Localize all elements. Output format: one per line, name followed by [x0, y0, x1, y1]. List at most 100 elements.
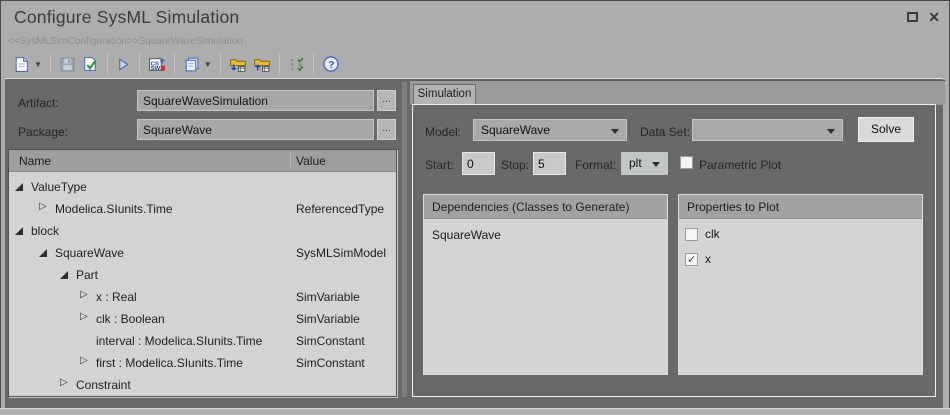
generate-code-button[interactable]: CS SW — [145, 52, 169, 76]
toolbar-separator — [50, 54, 51, 74]
solve-button[interactable]: Solve — [858, 117, 914, 142]
tree-row[interactable]: SquareWave SysMLSimModel — [9, 242, 396, 264]
help-button[interactable]: ? — [319, 52, 343, 76]
tree-row[interactable]: Modelica.SIunits.Time ReferencedType — [9, 198, 396, 220]
properties-to-plot-panel: Properties to Plot clk x — [678, 194, 923, 375]
expander-icon[interactable] — [60, 380, 71, 391]
grid-header: Name Value — [9, 150, 396, 172]
copy-icon — [183, 56, 200, 73]
expander-icon[interactable] — [80, 336, 91, 347]
column-header-name[interactable]: Name — [19, 154, 51, 168]
expander-icon[interactable] — [60, 270, 71, 281]
model-select[interactable]: SquareWave — [473, 119, 627, 141]
tab-strip — [410, 80, 945, 105]
tree-row-name: Part — [76, 268, 98, 282]
tree-row[interactable]: block — [9, 220, 396, 242]
dataset-select[interactable] — [692, 119, 843, 141]
stop-input[interactable] — [533, 152, 566, 175]
artifact-field[interactable] — [137, 90, 374, 111]
new-artifact-caret-icon[interactable]: ▼ — [34, 60, 42, 69]
tree-row-name: clk : Boolean — [96, 312, 165, 326]
model-label: Model: — [425, 125, 461, 139]
package-browse-button[interactable]: ... — [377, 119, 396, 140]
property-row[interactable]: x — [685, 252, 711, 266]
close-button[interactable]: ✕ — [928, 12, 940, 22]
model-selected-value: SquareWave — [481, 123, 550, 137]
toolbar-separator — [174, 54, 175, 74]
expander-icon[interactable] — [39, 204, 50, 215]
dataset-label: Data Set: — [640, 125, 690, 139]
dependencies-header: Dependencies (Classes to Generate) — [424, 195, 667, 219]
property-checkbox-x[interactable] — [685, 253, 698, 266]
artifact-label: Artifact: — [18, 96, 59, 110]
start-input[interactable] — [462, 152, 495, 175]
toolbar-separator — [139, 54, 140, 74]
toolbar-separator — [279, 54, 280, 74]
validate-button[interactable] — [79, 52, 102, 76]
svg-text:SW: SW — [151, 66, 161, 72]
expander-icon[interactable] — [80, 314, 91, 325]
tree-row[interactable]: Part — [9, 264, 396, 286]
tree-row-name: x : Real — [96, 290, 137, 304]
start-label: Start: — [425, 158, 454, 172]
export-button[interactable] — [250, 52, 274, 76]
tree-row-name: first : Modelica.SIunits.Time — [96, 356, 243, 370]
panel-splitter[interactable] — [402, 82, 407, 397]
window-bottom-edge — [0, 408, 950, 415]
artifact-browse-button[interactable]: ... — [377, 90, 396, 111]
properties-header: Properties to Plot — [679, 195, 922, 219]
tree-row-name: ValueType — [31, 180, 87, 194]
import-folder-icon — [229, 56, 247, 73]
property-label: x — [705, 252, 711, 266]
dependency-item[interactable]: SquareWave — [432, 228, 501, 242]
export-folder-icon — [253, 56, 271, 73]
help-icon: ? — [322, 55, 340, 73]
tab-simulation[interactable]: Simulation — [413, 84, 476, 105]
tree-row-value: SimVariable — [296, 312, 360, 326]
tree-row[interactable]: Constraint — [9, 374, 396, 396]
tree-row[interactable]: ValueType — [9, 176, 396, 198]
expander-icon[interactable] — [80, 292, 91, 303]
property-label: clk — [705, 227, 720, 241]
property-checkbox-clk[interactable] — [685, 228, 698, 241]
tree-row[interactable]: clk : Boolean SimVariable — [9, 308, 396, 330]
import-button[interactable] — [226, 52, 250, 76]
page-title: Configure SysML Simulation — [14, 7, 239, 28]
tree-row-name: Modelica.SIunits.Time — [55, 202, 173, 216]
tree-row[interactable]: interval : Modelica.SIunits.Time SimCons… — [9, 330, 396, 352]
expander-icon[interactable] — [39, 248, 50, 259]
column-header-value[interactable]: Value — [296, 154, 326, 168]
titlebar: Configure SysML Simulation ✕ <<SysMLSimC… — [0, 0, 950, 50]
tree-row-name: interval : Modelica.SIunits.Time — [96, 334, 262, 348]
options-button[interactable] — [285, 52, 308, 76]
expander-icon[interactable] — [15, 182, 26, 193]
configure-sysml-simulation-dialog: Configure SysML Simulation ✕ <<SysMLSimC… — [0, 0, 950, 415]
dependencies-list[interactable]: SquareWave — [424, 219, 667, 374]
tree-row-value: SysMLSimModel — [296, 246, 386, 260]
properties-list[interactable]: clk x — [679, 219, 922, 374]
format-select[interactable]: plt — [621, 152, 668, 175]
toolbar-separator — [313, 54, 314, 74]
tree-row[interactable]: x : Real SimVariable — [9, 286, 396, 308]
expander-icon[interactable] — [15, 226, 26, 237]
copy-caret-icon[interactable]: ▼ — [204, 60, 212, 69]
copy-button[interactable] — [180, 52, 203, 76]
property-row[interactable]: clk — [685, 227, 720, 241]
format-selected-value: plt — [629, 156, 642, 170]
column-divider[interactable] — [290, 152, 291, 170]
tree-row[interactable]: first : Modelica.SIunits.Time SimConstan… — [9, 352, 396, 374]
stop-label: Stop: — [501, 158, 529, 172]
tree-row-value: SimVariable — [296, 290, 360, 304]
maximize-button[interactable] — [907, 12, 918, 22]
expander-icon[interactable] — [80, 358, 91, 369]
validate-icon — [82, 56, 99, 73]
save-button[interactable] — [56, 52, 79, 76]
parametric-plot-label: Parametric Plot — [699, 158, 781, 172]
run-simulation-button[interactable] — [113, 52, 134, 76]
new-artifact-button[interactable] — [10, 52, 33, 76]
config-tree: ValueType Modelica.SIunits.Time Referenc… — [9, 172, 396, 396]
svg-text:?: ? — [328, 60, 334, 71]
tree-row-value: SimConstant — [296, 334, 365, 348]
package-field[interactable] — [137, 119, 374, 140]
parametric-plot-checkbox[interactable] — [680, 156, 693, 169]
